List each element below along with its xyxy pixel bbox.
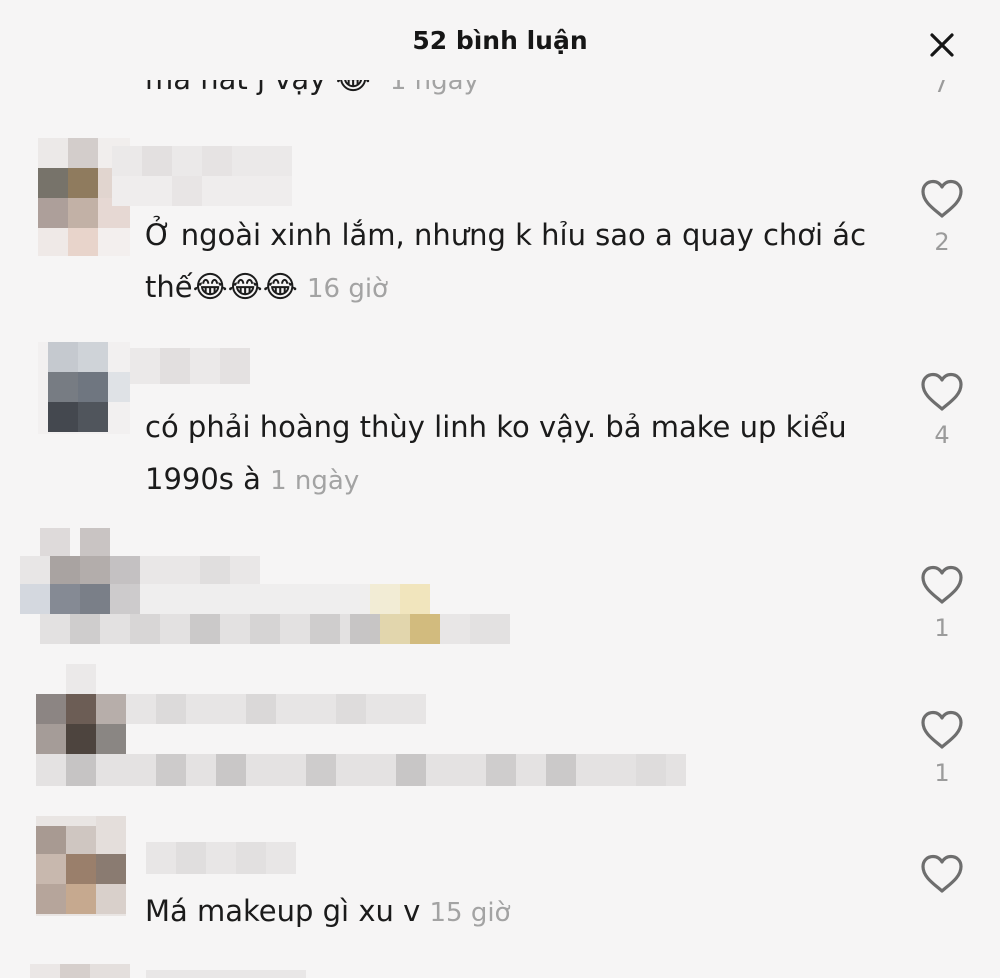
like-count: 1 (934, 759, 950, 787)
avatar[interactable] (30, 964, 130, 978)
avatar[interactable] (36, 816, 126, 916)
comment-count-title: 52 bình luận (412, 26, 588, 55)
comment-body: Má makeup gì xu v 15 giờ (145, 885, 895, 939)
comment-text: má hát j vậy (145, 80, 326, 96)
like-count: 4 (934, 421, 950, 449)
comment-body: Ở ngoài xinh lắm, nhưng k hỉu sao a quay… (145, 209, 895, 315)
blurred-comment (36, 664, 686, 786)
partial-comment: má hát j vậy 😂 1 ngày (145, 80, 865, 108)
username[interactable] (130, 348, 250, 384)
comment-timestamp: 15 giờ (429, 898, 511, 928)
comment-timestamp: 1 ngày (270, 466, 360, 496)
like-heart-icon[interactable] (919, 177, 965, 221)
laughing-emoji: 😂😂😂 (192, 270, 298, 305)
laughing-emoji: 😂 (336, 80, 371, 95)
comment-text: có phải hoàng thùy linh ko vậy. bả make … (145, 410, 847, 496)
username[interactable] (112, 146, 292, 208)
comment-timestamp: 16 giờ (306, 274, 388, 304)
comment-body: có phải hoàng thùy linh ko vậy. bả make … (145, 401, 895, 507)
like-count: 7 (933, 80, 949, 98)
like-count: 1 (934, 614, 950, 642)
avatar[interactable] (38, 342, 130, 434)
blurred-comment (20, 528, 510, 644)
like-heart-icon[interactable] (919, 370, 965, 414)
like-count: 2 (934, 228, 950, 256)
comment-text: Má makeup gì xu v (145, 894, 421, 928)
like-heart-icon[interactable] (919, 852, 965, 896)
username[interactable] (146, 842, 296, 874)
comment-timestamp: 1 ngày (389, 80, 479, 96)
like-heart-icon[interactable] (919, 563, 965, 607)
comments-header: 52 bình luận (0, 0, 1000, 90)
like-heart-icon[interactable] (919, 708, 965, 752)
close-button[interactable] (922, 25, 962, 65)
username[interactable] (146, 970, 306, 978)
close-icon (930, 33, 954, 57)
